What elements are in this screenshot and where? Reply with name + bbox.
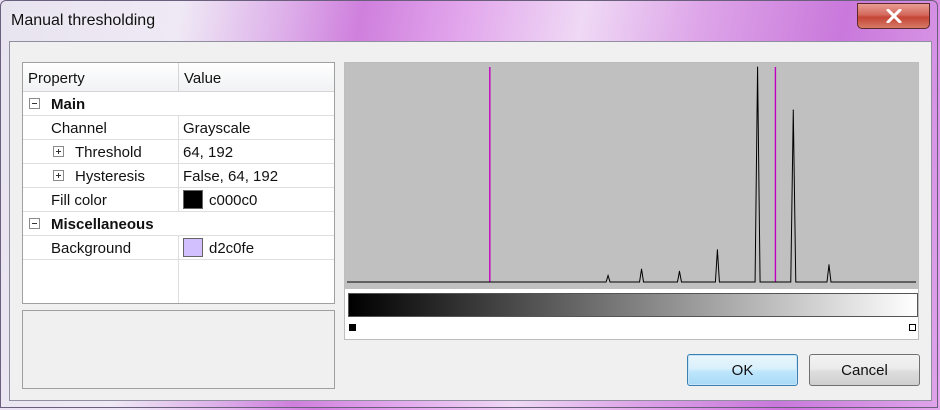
property-row-fill-color[interactable]: Fill color c000c0	[23, 188, 334, 212]
high-threshold-handle[interactable]	[909, 324, 916, 331]
category-label: Main	[51, 96, 86, 113]
property-label: Fill color	[51, 192, 107, 209]
property-label: Background	[51, 240, 132, 257]
title-bar[interactable]: Manual thresholding	[1, 1, 937, 41]
category-main[interactable]: Main	[23, 92, 334, 116]
property-value[interactable]: 64, 192	[183, 144, 233, 161]
cell-divider	[178, 140, 179, 164]
histogram-peak-0	[607, 275, 609, 277]
dialog-client-area: Property Value Main Channel Grayscale Th…	[9, 41, 932, 401]
property-label: Threshold	[75, 144, 142, 161]
cell-divider	[178, 188, 179, 212]
histogram-chart[interactable]	[345, 63, 918, 289]
histogram-peak-3	[716, 249, 718, 251]
color-swatch[interactable]	[183, 190, 203, 209]
histogram-peak-6	[828, 264, 830, 266]
column-divider-extension	[178, 260, 179, 303]
plus-box-icon[interactable]	[53, 146, 64, 157]
property-grid-header: Property Value	[23, 63, 334, 92]
category-label: Miscellaneous	[51, 216, 154, 233]
minus-box-icon[interactable]	[29, 218, 40, 229]
property-grid: Property Value Main Channel Grayscale Th…	[22, 62, 335, 304]
column-divider[interactable]	[178, 63, 179, 91]
property-row-threshold[interactable]: Threshold 64, 192	[23, 140, 334, 164]
cell-divider	[178, 164, 179, 188]
histogram-peak-2	[678, 270, 680, 272]
property-row-hysteresis[interactable]: Hysteresis False, 64, 192	[23, 164, 334, 188]
cancel-button[interactable]: Cancel	[809, 354, 920, 386]
plus-box-icon[interactable]	[53, 170, 64, 181]
property-value[interactable]: d2c0fe	[209, 240, 254, 257]
close-button[interactable]	[857, 3, 930, 29]
color-swatch[interactable]	[183, 238, 203, 257]
property-row-background[interactable]: Background d2c0fe	[23, 236, 334, 260]
property-row-channel[interactable]: Channel Grayscale	[23, 116, 334, 140]
dialog-window: Manual thresholding Property Value Main …	[0, 0, 938, 408]
low-threshold-handle[interactable]	[349, 324, 356, 331]
cell-divider	[178, 116, 179, 140]
minus-box-icon[interactable]	[29, 98, 40, 109]
histogram-peak-1	[641, 268, 643, 270]
description-pane	[22, 310, 335, 389]
cell-divider	[178, 236, 179, 260]
ok-button[interactable]: OK	[687, 354, 798, 386]
column-header-property[interactable]: Property	[28, 70, 85, 87]
histogram-peak-4	[757, 66, 759, 68]
category-miscellaneous[interactable]: Miscellaneous	[23, 212, 334, 236]
property-value[interactable]: Grayscale	[183, 120, 251, 137]
close-icon	[886, 9, 901, 23]
histogram-background	[345, 63, 918, 289]
window-title: Manual thresholding	[11, 12, 156, 29]
property-value[interactable]: c000c0	[209, 192, 257, 209]
column-header-value[interactable]: Value	[184, 70, 221, 87]
intensity-gradient-bar	[348, 293, 918, 317]
property-label: Channel	[51, 120, 107, 137]
property-label: Hysteresis	[75, 168, 146, 185]
histogram-peak-5	[792, 109, 794, 111]
property-value[interactable]: False, 64, 192	[183, 168, 278, 185]
